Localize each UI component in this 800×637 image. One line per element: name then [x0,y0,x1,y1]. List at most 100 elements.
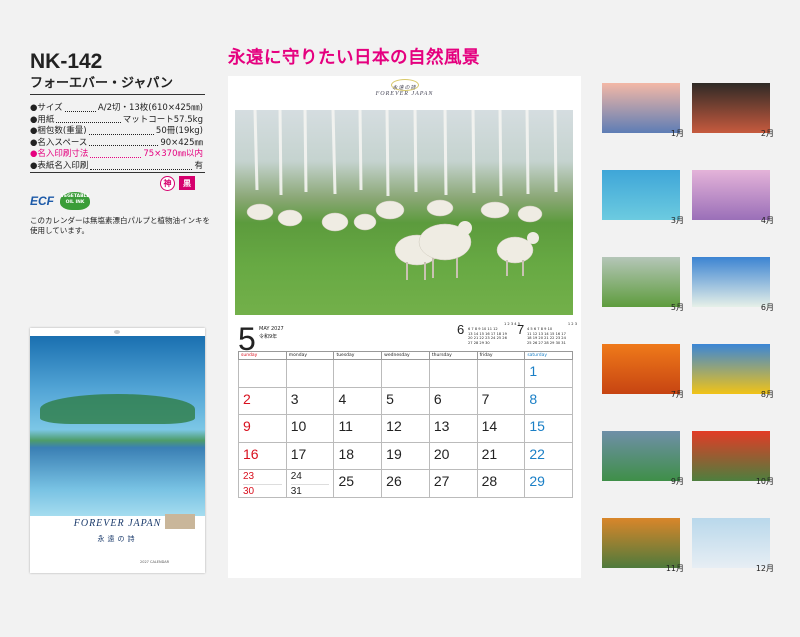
thumbnail-month-label: 5月 [670,303,684,312]
spec-dots [90,161,193,170]
divider [30,94,205,95]
month-thumbnail [602,431,680,481]
landscape-photo [235,110,573,315]
day-cell: 3 [285,387,334,415]
spec-dots [89,138,159,147]
day-cell: 16 [238,442,286,470]
mini-row: 27 28 29 30 [468,341,490,346]
day-cell: 13 [428,415,477,443]
day-number: 24 [290,471,302,482]
divider [30,172,205,173]
day-cell: 8 [524,387,574,415]
spec-label: ●表紙名入印刷 [30,160,89,171]
product-name: フォーエバー・ジャパン [30,76,174,91]
cover-photo [30,336,205,516]
month-grid: sunday monday tuesday wednesday thursday frid… [238,351,574,498]
mini-row: 25 26 27 28 29 30 31 [527,341,566,346]
day-cell: 2 [238,387,286,415]
cover-footer: 2027 CALENDAR [140,560,170,564]
spec-value: 75×370㎜以内 [143,149,203,160]
thumbnail-month-label: 3月 [670,216,684,225]
day-cell: 19 [381,442,429,470]
day-cell: 26 [381,470,429,498]
spec-value: 50冊(19kg) [155,126,203,137]
month-thumbnail [602,83,680,133]
day-cell: 1 [524,360,574,388]
day-cell [333,360,382,388]
day-cell: 4 [333,387,382,415]
eco-logos: ECF VEGETABLE OIL INK [30,192,90,210]
spec-value: マットコート57.5kg [122,114,203,125]
day-cell: 27 [428,470,477,498]
thumbnail-month-label: 8月 [760,390,774,399]
month-thumbnail [602,257,680,307]
weekday-label: thursday [428,351,477,360]
spec-label: ●用紙 [30,114,55,125]
day-cell: 7 [476,387,525,415]
day-number: 23 [243,471,255,482]
weekday-label: sunday [238,351,286,360]
day-cell [428,360,477,388]
hanger-hole [114,330,120,334]
month-thumbnail [602,518,680,568]
spec-list: ●サイズ A/2切・13枚(610×425㎜) ●用紙 マットコート57.5kg ●梱包… [30,103,203,173]
vegetable-oil-ink-logo: VEGETABLE OIL INK [60,192,90,210]
spec-dots [56,115,121,124]
thumbnail-month-label: 4月 [760,216,774,225]
era-year: 令和9年 [259,334,278,340]
spec-value: 有 [194,160,203,171]
day-cell: 14 [476,415,525,443]
mini-calendar-july: 1 2 3 4 5 6 7 8 9 10 11 12 13 14 15 16 1… [527,322,577,346]
sheet-logo: 永遠の詩 FOREVER JAPAN [228,84,581,97]
week-row: 1 [238,360,574,388]
thumbnail-month-label: 9月 [670,477,684,486]
week-row: 23 30 24 31 25 26 27 28 29 [238,470,574,498]
cover-inset-photo [165,514,195,529]
spec-dots [90,149,142,158]
mini-calendar-june: 1 2 3 4 5 6 7 8 9 10 11 12 13 14 15 16 1… [468,322,520,346]
thumbnail-month-label: 11月 [665,564,684,573]
week-row: 2345678 [238,387,574,415]
month-thumbnail [692,344,770,394]
day-cell: 6 [428,387,477,415]
month-english: MAY 2027 [259,326,284,332]
sheep-meadow-illustration [246,110,558,280]
thumbnail-month-label: 1月 [670,129,684,138]
day-cell: 15 [524,415,574,443]
weekday-label: wednesday [381,351,429,360]
cover-thumbnail: FOREVER JAPAN 永遠の詩 2027 CALENDAR [30,328,205,573]
day-cell: 25 [333,470,382,498]
thumbnail-month-label: 6月 [760,303,774,312]
month-thumbnail [602,344,680,394]
month-thumbnail [692,518,770,568]
month-thumbnail [692,431,770,481]
thumbnail-month-label: 12月 [755,564,774,573]
mini-calendar-june-label: 6 [457,322,465,337]
spec-row: ●サイズ A/2切・13枚(610×425㎜) [30,103,203,115]
spec-row: ●名入印刷寸法 75×370㎜以内 [30,149,203,161]
weekday-label: friday [476,351,525,360]
week-row: 9 10 11 12 13 14 15 [238,415,574,443]
spec-label: ●名入スペース [30,137,88,148]
month-thumbnail [692,83,770,133]
spec-dots [88,126,154,135]
day-cell: 23 30 [238,470,286,498]
headline: 永遠に守りたい日本の自然風景 [228,48,480,68]
sheet-logo-en: FOREVER JAPAN [375,91,434,97]
month-thumbnail [602,170,680,220]
spec-row: ●名入スペース 90×425㎜ [30,138,203,150]
product-code: NK-142 [30,50,103,73]
sheet-logo-jp: 永遠の詩 [392,86,417,91]
badge-sen: 黒 [179,176,195,190]
thumbnail-month-label: 2月 [760,129,774,138]
week-row: 16 17 18 19 20 21 22 [238,442,574,470]
spec-row: ●用紙 マットコート57.5kg [30,115,203,127]
spec-row: ●表紙名入印刷 有 [30,161,203,173]
weekday-label: saturday [524,351,574,360]
thumbnail-month-label: 10月 [755,477,774,486]
mini-calendar-july-label: 7 [517,322,525,337]
day-number: 30 [243,483,282,499]
thumbnail-month-label: 7月 [670,390,684,399]
day-cell [238,360,286,388]
spec-row: ●梱包数(重量) 50冊(19kg) [30,126,203,138]
